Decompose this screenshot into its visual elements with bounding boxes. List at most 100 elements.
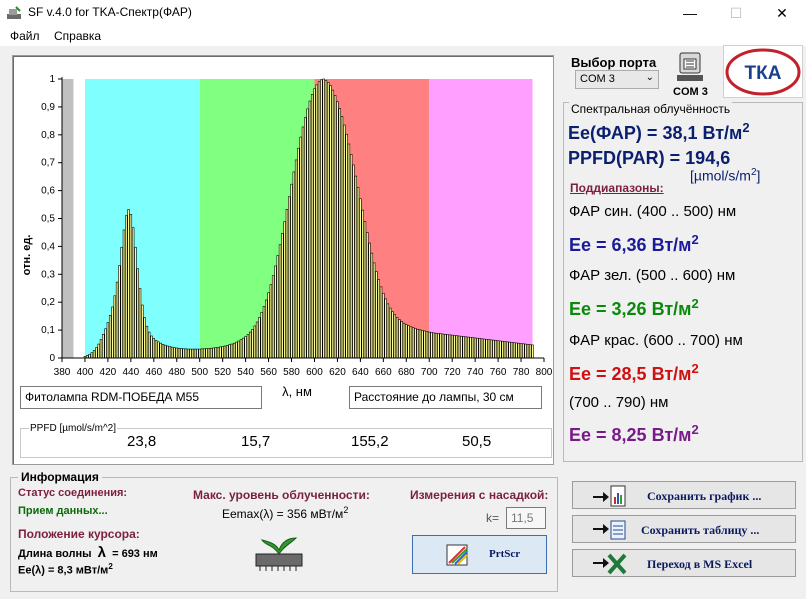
chevron-down-icon: ⌄ <box>645 72 654 83</box>
spectrum-bar <box>492 339 495 359</box>
spectrum-bar <box>352 164 355 359</box>
tka-logo: ТКА <box>723 45 803 98</box>
app-icon <box>7 6 21 19</box>
spectrum-bar <box>336 101 339 359</box>
minimize-button[interactable]: — <box>667 0 713 26</box>
spectrum-bar <box>297 147 300 359</box>
spectrum-bar <box>457 335 461 359</box>
spectrum-bar <box>219 346 222 359</box>
spectrum-bar <box>411 327 415 359</box>
menu-help[interactable]: Справка <box>54 29 101 43</box>
lamp-name-field[interactable]: Фитолампа RDM-ПОБЕДА М55 <box>20 386 262 409</box>
spectrum-bar <box>510 342 514 359</box>
spectrum-bar <box>198 348 201 359</box>
x-tick-label: 720 <box>444 367 461 378</box>
spectrum-bar <box>515 342 518 359</box>
emax-unit-exponent: 2 <box>343 505 349 515</box>
save-chart-button[interactable]: Сохранить график ... <box>572 481 796 509</box>
band-red-value: Ee = 28,5 Вт/м2 <box>569 361 699 385</box>
close-button[interactable]: ✕ <box>759 0 805 26</box>
spectrum-bar <box>166 345 169 359</box>
wavelength-value: = 693 нм <box>112 548 158 560</box>
menu-file[interactable]: Файл <box>10 29 40 43</box>
x-tick-label: 620 <box>329 367 346 378</box>
excel-button[interactable]: Переход в MS Excel <box>572 549 796 577</box>
spectrum-bar <box>299 136 302 359</box>
y-tick-label: 0 <box>49 353 55 364</box>
spectrum-bar <box>402 322 406 359</box>
spectrum-bar <box>499 340 502 359</box>
distance-field[interactable]: Расстояние до лампы, 30 см <box>349 386 542 409</box>
prtscr-label: PrtScr <box>489 548 521 560</box>
band-blue-unit-exponent: 2 <box>691 232 699 247</box>
spectrum-bar <box>161 344 165 359</box>
spectrum-bar <box>152 338 156 359</box>
ppfd-par-unit-close: ] <box>756 167 761 184</box>
spectrum-bar <box>306 108 309 359</box>
save-table-button[interactable]: Сохранить таблицу ... <box>572 515 796 543</box>
k-label: k= <box>486 511 500 525</box>
spectrum-bar <box>304 117 307 359</box>
spectrum-bar <box>115 281 119 359</box>
spectrum-bar <box>106 322 110 359</box>
spectrum-bar <box>476 337 479 359</box>
x-tick-label: 800 <box>536 367 552 378</box>
spectrum-bar <box>531 344 534 359</box>
spectrum-bar <box>248 331 252 359</box>
spectrum-bar <box>519 343 523 359</box>
band-farred-text: Ee = 8,25 Вт/м <box>569 425 692 445</box>
window-title: SF v.4.0 for TKA-Спектр(ФАР) <box>28 5 192 19</box>
save-table-label: Сохранить таблицу ... <box>641 523 760 537</box>
save-chart-label: Сохранить график ... <box>647 489 762 503</box>
spectrum-bar <box>294 159 298 359</box>
spectrum-bar <box>506 341 509 359</box>
maximize-button[interactable]: ☐ <box>713 0 759 26</box>
ppfd-green-value: 15,7 <box>241 433 271 450</box>
spectrum-bar <box>469 337 472 359</box>
spectrum-bar <box>467 336 470 359</box>
spectrum-bar <box>111 306 114 359</box>
x-tick-label: 700 <box>421 367 438 378</box>
k-factor-input[interactable]: 11,5 <box>506 507 546 529</box>
info-group-label: Информация <box>18 470 102 484</box>
wavelength-label: Длина волны <box>18 548 92 560</box>
spectrum-bar <box>359 198 362 359</box>
spectrum-bar <box>134 246 137 359</box>
prtscr-button[interactable]: PrtScr <box>412 535 547 574</box>
spectrum-bar <box>127 209 130 359</box>
spectrum-bar <box>164 344 167 359</box>
spectrum-bar <box>345 133 348 359</box>
y-tick-label: 0,4 <box>41 241 55 252</box>
port-select-value: COM 3 <box>580 73 615 85</box>
spectrum-bar <box>487 339 491 359</box>
y-tick-label: 0,2 <box>41 297 55 308</box>
spectrum-bar <box>292 171 296 359</box>
spectral-group-label: Спектральная облучённость <box>569 102 733 116</box>
spectrum-bar <box>327 82 330 359</box>
spectrum-bar <box>182 348 185 359</box>
spectrum-bar <box>480 338 484 359</box>
spectrum-bar <box>375 271 378 359</box>
spectrum-bar <box>242 337 245 359</box>
spectrum-bar <box>508 341 511 359</box>
spectrum-bar <box>485 339 488 359</box>
ee-cursor-readout: Ee(λ) = 8,3 мВт/м2 <box>18 562 113 577</box>
port-select[interactable]: COM 3 ⌄ <box>575 70 659 89</box>
spectrum-bar <box>448 334 452 359</box>
y-tick-label: 1 <box>49 74 55 85</box>
spectral-band-0 <box>62 79 74 358</box>
spectrum-bar <box>340 116 344 359</box>
spectrum-bar <box>212 347 215 359</box>
x-tick-label: 460 <box>145 367 162 378</box>
spectrum-bar <box>255 321 259 359</box>
spectrum-bar <box>432 332 436 359</box>
spectrum-bar <box>478 338 481 359</box>
spectrum-bar <box>196 348 199 359</box>
com-port-device-label: COM 3 <box>673 86 708 98</box>
spectrum-bar <box>159 342 162 359</box>
spectrum-bar <box>384 298 387 359</box>
spectrum-bar <box>395 316 399 359</box>
spectrum-bar <box>271 275 275 359</box>
spectrum-bar <box>97 343 100 359</box>
spectrum-bar <box>175 347 178 359</box>
